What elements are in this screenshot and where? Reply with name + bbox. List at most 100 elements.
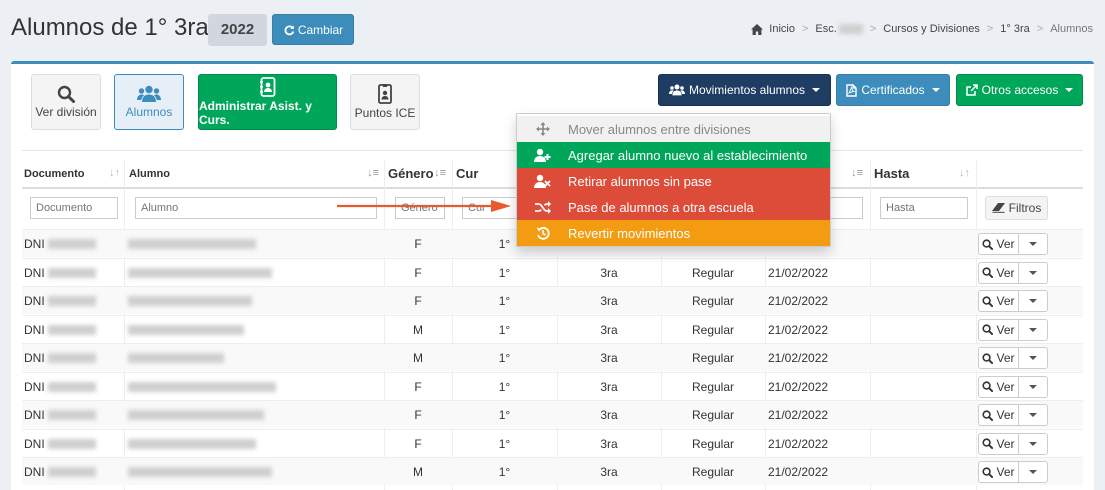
ver-button[interactable]: Ver xyxy=(978,290,1019,312)
cell-division: 3ra xyxy=(600,465,618,479)
ver-button[interactable]: Ver xyxy=(978,261,1019,284)
tile-administrar-asistencia[interactable]: Administrar Asist. y Curs. xyxy=(198,74,337,130)
ver-label: Ver xyxy=(996,436,1015,451)
redacted-text xyxy=(128,296,252,306)
certificados-button[interactable]: Certificados xyxy=(836,74,950,106)
column-header-label: Alumno xyxy=(129,167,170,180)
search-icon xyxy=(982,438,994,449)
redacted-text xyxy=(128,410,264,420)
ver-button-group: Ver xyxy=(978,261,1048,284)
filtros-button[interactable]: Filtros xyxy=(985,196,1048,220)
column-header-genero[interactable]: Género ↓≡ xyxy=(388,160,450,187)
external-link-icon xyxy=(965,84,978,96)
column-header-label: Cur xyxy=(456,166,479,181)
cell-doc-type: DNI xyxy=(24,351,45,365)
cell-genero: M xyxy=(413,351,423,365)
otros-accesos-button[interactable]: Otros accesos xyxy=(956,74,1083,106)
menu-item-agregar-alumno[interactable]: Agregar alumno nuevo al establecimiento xyxy=(517,142,830,168)
column-header-desde[interactable]: ↓≡ xyxy=(831,160,867,187)
movimientos-alumnos-button[interactable]: Movimientos alumnos xyxy=(658,74,831,106)
filtros-label: Filtros xyxy=(1008,201,1042,215)
cell-doc-type: DNI xyxy=(24,322,45,337)
ver-dropdown-toggle[interactable] xyxy=(1019,347,1048,369)
tile-alumnos[interactable]: Alumnos xyxy=(114,74,184,130)
ver-button-group: Ver xyxy=(978,318,1048,341)
tile-label: Alumnos xyxy=(125,105,173,119)
cell-doc-type: DNI xyxy=(24,379,45,394)
redacted-text xyxy=(128,438,256,449)
ver-button-group: Ver xyxy=(978,233,1048,255)
cell-division: 3ra xyxy=(600,379,618,394)
cell-documento: DNI xyxy=(24,344,124,372)
ver-button-group: Ver xyxy=(978,461,1048,483)
column-header-curso[interactable]: Cur xyxy=(456,160,516,187)
breadcrumb-item-inicio[interactable]: Inicio xyxy=(769,23,795,35)
cell-desde: 21/02/2022 xyxy=(768,322,829,337)
sort-amount-icon: ↓≡ xyxy=(434,167,446,179)
ver-dropdown-toggle[interactable] xyxy=(1019,261,1048,284)
ver-button-group: Ver xyxy=(978,347,1048,369)
tile-puntos-ice[interactable]: Puntos ICE xyxy=(350,74,420,130)
cell-desde: 21/02/2022 xyxy=(768,436,829,451)
ver-button[interactable]: Ver xyxy=(978,432,1019,455)
cell-alumno xyxy=(128,401,382,429)
cell-condicion: Regular xyxy=(691,408,735,422)
page-header: Alumnos de 1° 3ra - 2022 Cambiar Inicio … xyxy=(0,0,1105,60)
breadcrumb-item-cursos[interactable]: Cursos y Divisiones xyxy=(883,23,980,35)
cell-curso: 1° xyxy=(498,322,511,337)
breadcrumb-item-escuela[interactable]: Esc. xyxy=(815,23,863,35)
ver-dropdown-toggle[interactable] xyxy=(1019,461,1048,483)
ver-button[interactable]: Ver xyxy=(978,375,1019,398)
eraser-icon xyxy=(991,203,1005,213)
change-button[interactable]: Cambiar xyxy=(272,14,354,45)
column-header-documento[interactable]: Documento ↓↑ xyxy=(24,160,124,187)
cell-genero: F xyxy=(414,237,422,251)
ver-button-group: Ver xyxy=(978,404,1048,426)
menu-item-retirar-alumnos[interactable]: Retirar alumnos sin pase xyxy=(517,168,830,194)
cell-doc-type: DNI xyxy=(24,465,45,479)
menu-item-mover-alumnos[interactable]: Mover alumnos entre divisiones xyxy=(517,116,830,142)
cell-doc-type: DNI xyxy=(24,265,45,280)
ver-button[interactable]: Ver xyxy=(978,461,1019,483)
redacted-text xyxy=(47,267,96,278)
filter-hasta-input[interactable] xyxy=(880,197,968,219)
cell-curso: 1° xyxy=(498,408,511,422)
column-header-alumno[interactable]: Alumno ↓≡ xyxy=(129,160,383,187)
search-icon xyxy=(982,381,994,392)
cell-documento: DNI xyxy=(24,230,124,258)
search-icon xyxy=(982,352,994,364)
search-icon xyxy=(982,466,994,478)
cell-condicion: Regular xyxy=(691,294,735,308)
column-header-hasta[interactable]: Hasta ↓↑ xyxy=(874,160,974,187)
cell-curso: 1° xyxy=(498,436,511,451)
caret-down-icon xyxy=(1029,441,1037,446)
ver-label: Ver xyxy=(996,237,1015,251)
ver-dropdown-toggle[interactable] xyxy=(1019,233,1048,255)
cell-curso: 1° xyxy=(498,379,511,394)
ver-dropdown-toggle[interactable] xyxy=(1019,375,1048,398)
menu-item-revertir-movimientos[interactable]: Revertir movimientos xyxy=(517,220,830,246)
tile-ver-division[interactable]: Ver división xyxy=(31,74,101,130)
menu-item-label: Pase de alumnos a otra escuela xyxy=(568,199,754,215)
breadcrumb-separator: > xyxy=(801,23,809,35)
ver-label: Ver xyxy=(996,294,1015,308)
column-header-label: Género xyxy=(388,166,434,181)
ver-dropdown-toggle[interactable] xyxy=(1019,432,1048,455)
ver-button[interactable]: Ver xyxy=(978,404,1019,426)
cell-documento: DNI xyxy=(24,458,124,486)
ver-button[interactable]: Ver xyxy=(978,318,1019,341)
caret-down-icon xyxy=(1029,242,1037,246)
menu-item-pase-alumnos[interactable]: Pase de alumnos a otra escuela xyxy=(517,194,830,220)
ver-dropdown-toggle[interactable] xyxy=(1019,404,1048,426)
ver-dropdown-toggle[interactable] xyxy=(1019,290,1048,312)
menu-item-label: Mover alumnos entre divisiones xyxy=(568,121,751,137)
cell-genero: F xyxy=(414,408,422,422)
ver-dropdown-toggle[interactable] xyxy=(1019,318,1048,341)
cell-division: 3ra xyxy=(600,408,618,422)
breadcrumb-item-division[interactable]: 1° 3ra xyxy=(1000,23,1029,35)
ver-button-group: Ver xyxy=(978,290,1048,312)
ver-button[interactable]: Ver xyxy=(978,233,1019,255)
cell-curso: 1° xyxy=(498,465,511,479)
filter-documento-input[interactable] xyxy=(30,197,118,219)
ver-button[interactable]: Ver xyxy=(978,347,1019,369)
